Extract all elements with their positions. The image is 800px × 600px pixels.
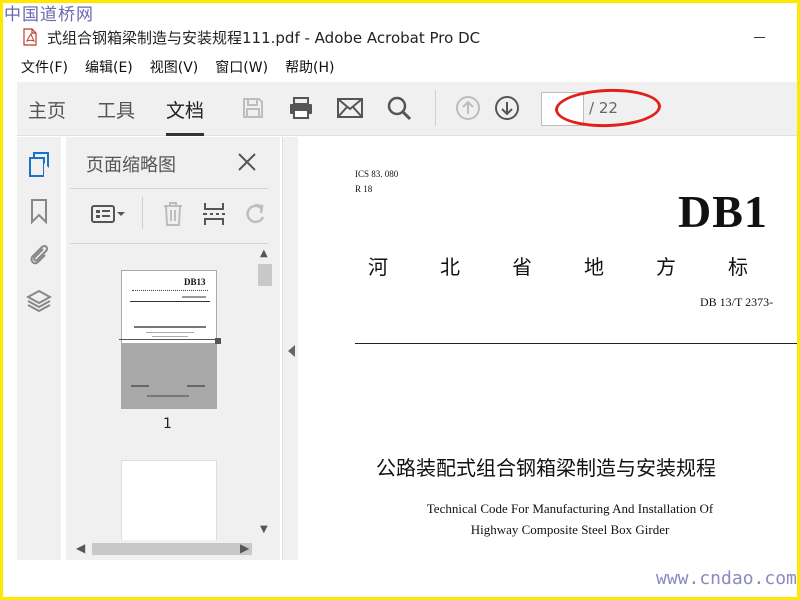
toolbar-divider — [435, 90, 436, 126]
collapse-panel-icon[interactable] — [288, 345, 295, 357]
watermark-bottom: www.cndao.com — [656, 568, 797, 589]
save-button[interactable] — [239, 94, 267, 122]
tab-home[interactable]: 主页 — [28, 96, 66, 123]
tab-document[interactable]: 文档 — [166, 96, 205, 136]
close-icon — [238, 153, 256, 171]
heading-char: 地 — [584, 255, 604, 279]
heading-char: 北 — [440, 255, 460, 279]
header-rule — [355, 343, 797, 344]
attachments-button[interactable] — [25, 241, 53, 269]
province-standard-heading: 河 北 省 地 方 标 — [368, 251, 797, 280]
insert-page-icon — [203, 203, 225, 225]
document-title-cn: 公路装配式组合钢箱梁制造与安装规程 — [376, 456, 716, 480]
menu-help[interactable]: 帮助(H) — [285, 57, 334, 77]
heading-char: 省 — [512, 255, 532, 279]
search-button[interactable] — [385, 94, 413, 122]
thumbnail-list[interactable]: DB13 1 — [70, 244, 256, 540]
print-icon — [290, 97, 312, 119]
email-icon — [337, 98, 363, 118]
menu-edit[interactable]: 编辑(E) — [85, 57, 133, 77]
scroll-left-arrow[interactable]: ◀ — [76, 541, 85, 555]
thumbnail-options-button[interactable] — [88, 200, 128, 228]
page-thumbnail-1[interactable]: DB13 — [119, 270, 221, 409]
standard-number: DB 13/T 2373- — [700, 295, 774, 309]
title-bar: 式组合钢箱梁制造与安装规程111.pdf - Adobe Acrobat Pro… — [3, 22, 797, 52]
email-button[interactable] — [336, 94, 364, 122]
window-title: 式组合钢箱梁制造与安装规程111.pdf - Adobe Acrobat Pro… — [47, 28, 481, 47]
menu-window[interactable]: 窗口(W) — [215, 57, 268, 77]
bookmarks-button[interactable] — [25, 197, 53, 225]
menu-view[interactable]: 视图(V) — [150, 57, 199, 77]
bookmark-icon — [31, 199, 47, 224]
document-page[interactable]: ICS 83. 080 R 18 DB1 河 北 省 地 方 标 DB 13/T… — [300, 137, 797, 567]
menu-file[interactable]: 文件(F) — [21, 57, 68, 77]
panel-title: 页面缩略图 — [86, 155, 176, 176]
tab-tools[interactable]: 工具 — [97, 96, 135, 123]
ics-line-2: R 18 — [355, 184, 373, 194]
minimize-button[interactable] — [749, 22, 769, 52]
next-page-button[interactable] — [493, 94, 521, 122]
prev-page-button[interactable] — [454, 94, 482, 122]
panel-divider — [70, 188, 268, 189]
options-menu-icon — [91, 205, 125, 223]
left-nav-rail — [17, 137, 61, 560]
panel-collapse-strip[interactable] — [282, 137, 298, 560]
scroll-up-arrow[interactable]: ▲ — [260, 248, 268, 259]
ics-line-1: ICS 83. 080 — [355, 169, 399, 179]
heading-char: 方 — [656, 255, 676, 279]
scroll-right-arrow[interactable]: ▶ — [240, 541, 249, 555]
scroll-down-arrow[interactable]: ▼ — [260, 524, 268, 535]
main-toolbar: 主页 工具 文档 / 22 — [17, 82, 797, 136]
prev-page-icon — [456, 96, 480, 120]
thumbnail-horizontal-scrollbar[interactable]: ◀ ▶ — [70, 540, 256, 558]
panel-close-button[interactable] — [236, 151, 258, 173]
heading-char: 标 — [728, 255, 748, 279]
scrollbar-thumb[interactable] — [258, 264, 272, 286]
thumbnail-selection — [119, 338, 221, 409]
document-title-en-line2: Highway Composite Steel Box Girder — [470, 522, 670, 537]
search-icon — [387, 96, 412, 121]
thumb-db-code: DB13 — [184, 277, 206, 287]
heading-char: 河 — [368, 255, 388, 279]
panel-tool-divider — [142, 197, 143, 229]
delete-pages-button[interactable] — [160, 200, 186, 228]
thumbnail-vertical-scrollbar[interactable]: ▲ ▼ — [256, 244, 274, 540]
menu-bar: 文件(F) 编辑(E) 视图(V) 窗口(W) 帮助(H) — [3, 54, 797, 80]
document-title-en-line1: Technical Code For Manufacturing And Ins… — [426, 501, 714, 516]
page-thumbnail-2[interactable] — [121, 460, 217, 540]
layers-icon — [26, 289, 52, 313]
ics-code: ICS 83. 080 R 18 — [355, 167, 398, 197]
insert-page-button[interactable] — [200, 200, 228, 228]
thumbnail-page-number: 1 — [163, 416, 172, 432]
print-button[interactable] — [287, 94, 315, 122]
thumbnails-panel: 页面缩略图 DB13 1 ▲ ▼ ◀ ▶ — [66, 137, 280, 560]
paperclip-icon — [30, 244, 49, 265]
db-code: DB1 — [678, 186, 768, 237]
rotate-icon — [246, 203, 265, 224]
pdf-file-icon — [23, 28, 37, 46]
rotate-pages-button[interactable] — [242, 200, 270, 228]
next-page-icon — [495, 96, 519, 120]
trash-icon — [164, 202, 182, 226]
active-panel-indicator — [44, 163, 52, 179]
save-icon — [243, 98, 263, 118]
layers-button[interactable] — [25, 287, 53, 315]
horizontal-scrollbar-thumb[interactable] — [92, 543, 252, 555]
